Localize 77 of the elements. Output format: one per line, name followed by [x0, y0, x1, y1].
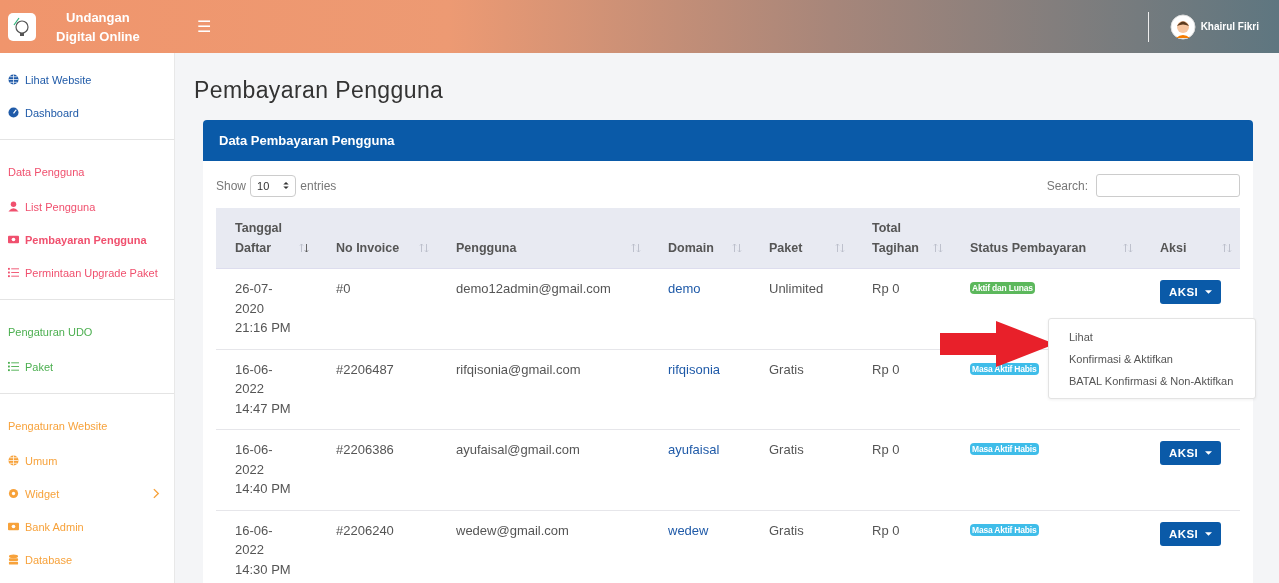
lightbulb-logo-icon [8, 12, 36, 41]
brand-name: Undangan [66, 8, 130, 27]
column-header[interactable]: Paket [750, 208, 853, 269]
table-cell: Gratis [769, 522, 804, 538]
table-cell-text: 16-06-2022 14:30 PM [235, 521, 292, 579]
table-cell: demo12admin@gmail.com [456, 281, 611, 296]
status-badge: Masa Aktif Habis [970, 443, 1039, 455]
action-button[interactable]: AKSI [1160, 280, 1222, 304]
chevron-right-icon [153, 488, 160, 499]
status-badge: Masa Aktif Habis [970, 523, 1039, 536]
table-cell: Unlimited [769, 281, 824, 296]
table-cell-text: 26-07-2020 21:16 PM [235, 280, 292, 337]
domain-link[interactable]: rifqisonia [668, 361, 721, 377]
caret-icon [1205, 451, 1213, 455]
sort-select-icon [283, 181, 290, 190]
sidebar-item[interactable]: Pembayaran Pengguna [0, 223, 174, 256]
sidebar-item[interactable]: Permintaan Upgrade Paket [0, 256, 174, 289]
table-cell: #0 [336, 281, 351, 296]
domain-link[interactable]: wedew [668, 522, 709, 538]
column-header[interactable]: Aksi [1141, 208, 1240, 269]
avatar-icon[interactable] [1169, 13, 1196, 40]
sidebar-item[interactable]: List Pengguna [0, 190, 174, 223]
banknote-icon [8, 521, 19, 532]
column-header[interactable]: Domain [649, 208, 750, 269]
menu-item[interactable]: Konfirmasi & Aktifkan [1049, 348, 1255, 370]
caret-icon [1205, 290, 1213, 294]
section-title: Pengaturan UDO [7, 325, 94, 340]
action-button[interactable]: AKSI [1160, 521, 1222, 546]
table-cell: Rp 0 [872, 522, 900, 538]
table-cell: #2206386 [336, 442, 394, 457]
table-cell: #2206240 [336, 522, 394, 538]
database-icon [8, 554, 19, 565]
user-icon [8, 201, 19, 212]
section-title: Data Pengguna [7, 165, 86, 180]
status-badge: Masa Aktif Habis [970, 362, 1039, 375]
status-badge: Aktif dan Lunas [970, 282, 1035, 294]
globe-icon [8, 455, 19, 466]
gear-icon [8, 488, 19, 499]
table-cell: rifqisonia@gmail.com [456, 361, 581, 377]
sidebar-item[interactable]: Lihat Website [0, 63, 174, 96]
gauge-icon [8, 107, 19, 118]
domain-link[interactable]: demo [668, 281, 701, 296]
menu-item[interactable]: BATAL Konfirmasi & Non-Aktifkan [1049, 370, 1255, 392]
menu-item[interactable]: Lihat [1049, 326, 1255, 348]
action-button[interactable]: AKSI [1160, 441, 1222, 465]
entries-select[interactable]: 10 [250, 174, 297, 197]
column-header[interactable]: Tanggal Daftar [216, 208, 317, 269]
domain-link[interactable]: ayufaisal [668, 442, 720, 457]
table-cell: Rp 0 [872, 442, 900, 457]
entries-label: entries [300, 178, 337, 193]
card-title: Data Pembayaran Pengguna [219, 133, 395, 148]
banknote-icon [8, 234, 19, 245]
user-name[interactable]: Khairul Fikri [1200, 21, 1259, 32]
column-header[interactable]: Pengguna [437, 208, 649, 269]
table-cell: Gratis [769, 361, 804, 377]
table-cell: #2206487 [336, 361, 394, 377]
column-header[interactable]: Status Pembayaran [951, 208, 1141, 269]
column-header[interactable]: Total Tagihan [853, 208, 951, 269]
sidebar-item[interactable]: Dashboard [0, 96, 174, 129]
table-cell: wedew@gmail.com [456, 522, 569, 538]
list-icon [8, 267, 19, 278]
table-cell: Rp 0 [872, 361, 900, 377]
page-title: Pembayaran Pengguna [194, 77, 445, 104]
table-cell: Rp 0 [872, 281, 900, 296]
show-label: Show [216, 178, 247, 193]
table-cell-text: 16-06-2022 14:47 PM [235, 360, 292, 418]
table-cell-text: 16-06-2022 14:40 PM [235, 441, 292, 498]
column-header[interactable]: No Invoice [317, 208, 437, 269]
table-cell: ayufaisal@gmail.com [456, 442, 580, 457]
globe-icon [8, 74, 19, 85]
list-icon [8, 361, 19, 372]
search-label: Search: [1046, 178, 1088, 193]
table-cell: Gratis [769, 442, 804, 457]
search-field[interactable] [1096, 174, 1240, 197]
brand-name: Digital Online [56, 27, 140, 46]
caret-icon [1205, 531, 1213, 536]
section-title: Pengaturan Website [7, 419, 109, 434]
